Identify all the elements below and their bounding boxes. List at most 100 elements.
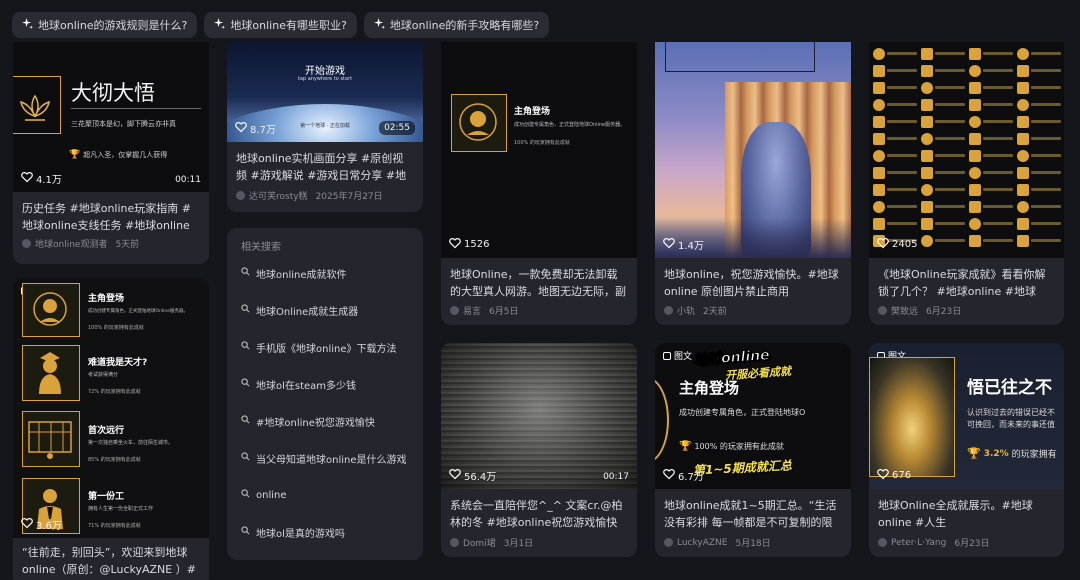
feed-card-temple[interactable]: 1.4万 地球online，祝您游戏愉快。#地球online 原创图片禁止商用 … — [655, 42, 851, 325]
search-icon — [241, 489, 250, 501]
heart-icon — [235, 121, 247, 136]
achievement-grid-cell — [873, 182, 917, 197]
card-thumbnail: 图文 地球online 开服必看成就 主角登场 成功创建专属角色，正式登陆地球O… — [655, 343, 851, 489]
achievement-grid-cell — [1017, 131, 1061, 146]
author-name[interactable]: 小轨 — [677, 304, 695, 317]
achievement-grid-cell — [1017, 148, 1061, 163]
feed-card-protagonist[interactable]: 主角登场 成功创建专属角色，正式登陆地球Online服务器。 100% 的玩家拥… — [441, 42, 637, 325]
achievement-grid-cell — [921, 131, 965, 146]
suggestion-chip-3[interactable]: 地球online的新手攻略有哪些? — [363, 12, 550, 38]
card-meta: 地球online观测者 5天前 — [22, 237, 200, 250]
suggestion-chip-2[interactable]: 地球online有哪些职业? — [204, 12, 357, 38]
achievement-badge-icon — [921, 47, 933, 60]
achievement-text-line — [983, 86, 1013, 89]
like-count: 676 — [877, 468, 911, 483]
chip-label: 地球online的新手攻略有哪些? — [389, 19, 540, 32]
suggestion-chip-1[interactable]: 地球online的游戏规则是什么? — [12, 12, 198, 38]
feed-card-dache[interactable]: 大彻大悟 三花聚顶本是幻，脚下腾云亦非真 🏆 超凡入圣，仅掌握几人获得 4.1万 … — [13, 42, 209, 264]
achievement-grid-cell — [873, 97, 917, 112]
achievement-badge-icon — [1017, 217, 1029, 230]
related-search-item[interactable]: 地球ol在steam多少钱 — [241, 375, 356, 393]
achievement-icon-grid — [873, 46, 1061, 256]
achievement-badge-icon — [969, 217, 981, 230]
related-search-item[interactable]: online — [241, 486, 287, 504]
achievement-desc: 拥有人生第一份全职正式工作 — [88, 506, 154, 512]
achievement-badge-icon — [873, 200, 885, 213]
achievement-grid-cell — [1017, 114, 1061, 129]
feed-card-achievement-grid[interactable]: 2405 《地球Online玩家成就》看看你解锁了几个？ #地球online #… — [869, 42, 1064, 325]
avatar — [450, 538, 459, 547]
achievement-text-line — [935, 188, 965, 191]
achievement-frame — [22, 283, 80, 337]
author-name[interactable]: LuckyAZNE — [677, 538, 727, 548]
achievement-text-line — [1031, 239, 1061, 242]
achievement-grid-cell — [969, 131, 1013, 146]
related-search-item[interactable]: 地球ol是真的游戏吗 — [241, 523, 345, 541]
thumb-subtitle: 三花聚顶本是幻，脚下腾云亦非真 — [71, 120, 176, 128]
author-name[interactable]: 易言 — [463, 304, 481, 317]
search-icon — [241, 378, 250, 390]
related-search-item[interactable]: 地球online成就软件 — [241, 264, 347, 282]
heart-icon — [21, 517, 33, 532]
achievement-text-line — [983, 171, 1013, 174]
achievement-grid-cell — [921, 63, 965, 78]
achievement-badge-icon — [1017, 47, 1029, 60]
achievement-badge-icon — [969, 132, 981, 145]
author-name[interactable]: 地球online观测者 — [35, 237, 107, 250]
card-meta: Domi珺 3月1日 — [450, 536, 628, 549]
avatar — [878, 538, 887, 547]
achievement-badge-icon — [1017, 98, 1029, 111]
related-search-item[interactable]: 当父母知道地球online是什么游戏 — [241, 449, 407, 467]
achievement-badge-icon — [873, 64, 885, 77]
achievement-text-line — [935, 120, 965, 123]
related-search-item[interactable]: #地球online祝您游戏愉快 — [241, 412, 375, 430]
like-count: 2405 — [877, 237, 917, 252]
card-thumbnail: 1.4万 — [655, 42, 851, 258]
achievement-grid-cell — [873, 46, 917, 61]
search-icon — [241, 267, 250, 279]
like-count: 6.7万 — [663, 468, 704, 483]
achievement-text-line — [983, 120, 1013, 123]
author-name[interactable]: 樊致远 — [891, 304, 918, 317]
like-count: 1.4万 — [663, 237, 704, 252]
trophy-icon: 🏆 — [967, 447, 981, 460]
author-name[interactable]: 达可芙rosty糕 — [249, 189, 308, 202]
achievement-text-line — [1031, 188, 1061, 191]
feed-card-gameplay[interactable]: 开始游戏 tap anywhere to start 第一个地球 · 正在加载 … — [227, 42, 423, 212]
achievement-title: 主角登场 — [88, 294, 125, 304]
achievement-text-line — [935, 137, 965, 140]
post-time: 5月18日 — [735, 539, 771, 549]
avatar — [236, 191, 245, 200]
feed-card-achievements[interactable]: 图文 主角登场 成功创建专属角色，正式登陆地球Online服务器。 100% 的… — [13, 278, 209, 580]
achievement-badge-icon — [873, 183, 885, 196]
thumb-note: 🏆 超凡入圣，仅掌握几人获得 — [69, 150, 168, 160]
achievement-grid-cell — [873, 131, 917, 146]
feed-card-enlightenment[interactable]: 图文 悟已往之不 认识到过去的错误已经不可挽回，而未来的事还值得去追寻 🏆3.2… — [869, 343, 1064, 557]
post-time: 2天前 — [703, 307, 727, 317]
like-count: 1526 — [449, 237, 489, 252]
feed-card-system[interactable]: 56.4万 00:17 系统会一直陪伴您^_^ 文案cr.@柏林的冬 #地球on… — [441, 343, 637, 557]
related-search-item[interactable]: 手机版《地球online》下载方法 — [241, 338, 397, 356]
achievement-badge-icon — [873, 115, 885, 128]
author-name[interactable]: Peter·L·Yang — [891, 538, 946, 548]
achievement-badge-icon — [1017, 200, 1029, 213]
achievement-grid-cell — [873, 148, 917, 163]
author-name[interactable]: Domi珺 — [463, 536, 496, 549]
card-meta: 易言 6月5日 — [450, 304, 628, 317]
image-text-badge: 图文 — [663, 349, 692, 362]
post-time: 6月23日 — [926, 307, 962, 317]
related-search-item[interactable]: 地球Online成就生成器 — [241, 301, 358, 319]
achievement-grid-cell — [873, 199, 917, 214]
achievement-grid-cell — [969, 114, 1013, 129]
trophy-icon: 🏆 — [679, 441, 692, 452]
avatar — [878, 306, 887, 315]
achievement-text-line — [887, 188, 917, 191]
feed-card-launch-achievements[interactable]: 图文 地球online 开服必看成就 主角登场 成功创建专属角色，正式登陆地球O… — [655, 343, 851, 557]
achievement-badge-icon — [873, 217, 885, 230]
heart-icon — [449, 237, 461, 252]
achievement-grid-cell — [969, 165, 1013, 180]
achievement-text-line — [935, 171, 965, 174]
card-caption: 地球online成就1~5期汇总。“生活没有彩排 每一帧都是不可复制的限量版”.… — [664, 499, 837, 529]
thumb-title: 大彻大悟 — [71, 81, 155, 105]
heart-icon — [877, 468, 889, 483]
